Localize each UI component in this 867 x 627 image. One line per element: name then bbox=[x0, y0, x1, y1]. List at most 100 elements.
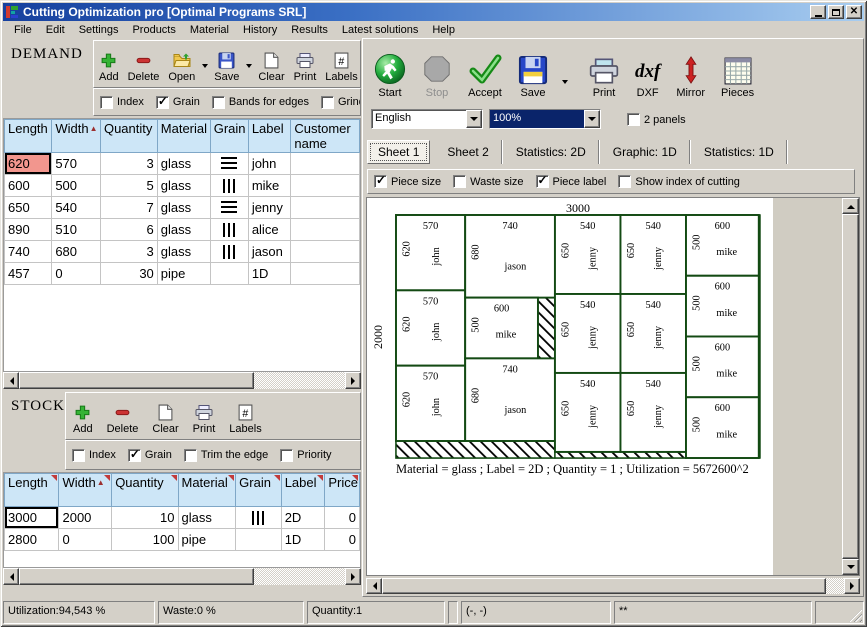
scroll-up-button[interactable] bbox=[842, 198, 859, 214]
demand-checkbox-index[interactable]: Index bbox=[100, 96, 144, 109]
two-panels-checkbox[interactable]: 2 panels bbox=[627, 113, 686, 126]
scrollbar-track[interactable] bbox=[19, 372, 345, 389]
save-dropdown-chevron-icon[interactable] bbox=[562, 80, 568, 87]
column-header-material[interactable]: Material bbox=[157, 120, 210, 153]
print-button[interactable]: Print bbox=[190, 402, 219, 437]
diagram-vertical-scrollbar[interactable] bbox=[842, 198, 859, 575]
menu-history[interactable]: History bbox=[236, 23, 284, 37]
accept-button[interactable]: Accept bbox=[465, 51, 505, 101]
save-button[interactable]: Save bbox=[515, 53, 551, 101]
cell[interactable]: glass bbox=[157, 175, 210, 197]
save-dropdown-chevron-icon[interactable] bbox=[246, 64, 252, 71]
cell[interactable] bbox=[210, 263, 248, 285]
cell[interactable] bbox=[236, 529, 282, 551]
view-checkbox-piece-size[interactable]: Piece size bbox=[374, 175, 441, 188]
clear-button[interactable]: Clear bbox=[149, 402, 181, 437]
cell[interactable]: john bbox=[248, 153, 291, 175]
delete-button[interactable]: Delete bbox=[104, 402, 142, 437]
minimize-button[interactable] bbox=[810, 5, 826, 19]
cell[interactable]: 0 bbox=[325, 507, 360, 529]
scroll-left-button[interactable] bbox=[3, 372, 19, 389]
delete-button[interactable]: Delete bbox=[125, 50, 163, 85]
menu-results[interactable]: Results bbox=[284, 23, 335, 37]
cell[interactable]: 6 bbox=[100, 219, 157, 241]
cell[interactable]: pipe bbox=[178, 529, 236, 551]
column-header-width[interactable]: Width▲ bbox=[52, 120, 101, 153]
scrollbar-track[interactable] bbox=[19, 568, 345, 585]
cell[interactable]: 457 bbox=[5, 263, 52, 285]
cell[interactable] bbox=[291, 219, 360, 241]
cell[interactable]: 0 bbox=[59, 529, 112, 551]
scroll-left-button[interactable] bbox=[3, 568, 19, 585]
scrollbar-track[interactable] bbox=[842, 214, 859, 559]
stock-checkbox-priority[interactable]: Priority bbox=[280, 449, 331, 462]
print-button[interactable]: Print bbox=[291, 50, 320, 85]
scrollbar-thumb[interactable] bbox=[19, 568, 254, 585]
cell[interactable]: glass bbox=[157, 153, 210, 175]
cell[interactable]: glass bbox=[178, 507, 236, 529]
pieces-button[interactable]: Pieces bbox=[718, 55, 757, 101]
dxf-button[interactable]: dxf DXF bbox=[632, 57, 663, 101]
view-checkbox-show-index-of-cutting[interactable]: Show index of cutting bbox=[618, 175, 740, 188]
scrollbar-thumb[interactable] bbox=[382, 578, 826, 594]
cell[interactable]: 5 bbox=[100, 175, 157, 197]
cell[interactable]: 100 bbox=[112, 529, 178, 551]
cell[interactable] bbox=[210, 197, 248, 219]
cell[interactable]: 2000 bbox=[59, 507, 112, 529]
menu-edit[interactable]: Edit bbox=[39, 23, 72, 37]
stock-checkbox-trim-the-edge[interactable]: Trim the edge bbox=[184, 449, 268, 462]
scroll-left-button[interactable] bbox=[366, 578, 382, 594]
scrollbar-thumb[interactable] bbox=[19, 372, 254, 389]
cell[interactable] bbox=[291, 175, 360, 197]
scrollbar-track[interactable] bbox=[382, 578, 844, 594]
cell[interactable]: jason bbox=[248, 241, 291, 263]
column-header-label[interactable]: Label bbox=[281, 474, 325, 507]
cell[interactable] bbox=[291, 153, 360, 175]
mirror-button[interactable]: Mirror bbox=[673, 53, 708, 101]
view-checkbox-piece-label[interactable]: Piece label bbox=[536, 175, 607, 188]
demand-checkbox-grinding[interactable]: Grinding bbox=[321, 96, 361, 109]
menu-file[interactable]: File bbox=[7, 23, 39, 37]
column-header-length[interactable]: Length bbox=[5, 120, 52, 153]
cell[interactable]: 500 bbox=[52, 175, 101, 197]
save-button[interactable]: Save bbox=[211, 50, 242, 85]
demand-checkbox-grain[interactable]: Grain bbox=[156, 96, 200, 109]
cell[interactable]: jenny bbox=[248, 197, 291, 219]
cell[interactable]: 30 bbox=[100, 263, 157, 285]
cell[interactable] bbox=[210, 175, 248, 197]
start-button[interactable]: Start bbox=[371, 51, 409, 101]
column-header-customer-name[interactable]: Customer name bbox=[291, 120, 360, 153]
column-header-grain[interactable]: Grain bbox=[210, 120, 248, 153]
cell[interactable]: 510 bbox=[52, 219, 101, 241]
cell[interactable] bbox=[291, 263, 360, 285]
stock-checkbox-index[interactable]: Index bbox=[72, 449, 116, 462]
cell[interactable]: 3 bbox=[100, 153, 157, 175]
maximize-button[interactable] bbox=[828, 5, 844, 19]
column-header-material[interactable]: Material bbox=[178, 474, 236, 507]
print-button[interactable]: Print bbox=[586, 55, 622, 101]
cell[interactable] bbox=[210, 219, 248, 241]
cell[interactable]: pipe bbox=[157, 263, 210, 285]
labels-button[interactable]: # Labels bbox=[226, 402, 264, 437]
cell[interactable]: 3000 bbox=[5, 507, 59, 529]
cell[interactable] bbox=[291, 197, 360, 219]
add-button[interactable]: Add bbox=[96, 50, 122, 85]
cell[interactable]: glass bbox=[157, 219, 210, 241]
demand-checkbox-bands-for-edges[interactable]: Bands for edges bbox=[212, 96, 309, 109]
cell[interactable]: mike bbox=[248, 175, 291, 197]
language-select[interactable]: English bbox=[371, 109, 483, 129]
cell[interactable] bbox=[236, 507, 282, 529]
scroll-right-button[interactable] bbox=[844, 578, 860, 594]
cell[interactable]: 650 bbox=[5, 197, 52, 219]
scroll-right-button[interactable] bbox=[345, 568, 361, 585]
cell[interactable]: 570 bbox=[52, 153, 101, 175]
labels-button[interactable]: # Labels bbox=[322, 50, 360, 85]
cell[interactable]: glass bbox=[157, 241, 210, 263]
column-header-width[interactable]: Width▲ bbox=[59, 474, 112, 507]
clear-button[interactable]: Clear bbox=[255, 50, 287, 85]
menu-material[interactable]: Material bbox=[183, 23, 236, 37]
cell[interactable] bbox=[210, 153, 248, 175]
open-button[interactable]: Open bbox=[165, 50, 198, 85]
cell[interactable]: 600 bbox=[5, 175, 52, 197]
cell[interactable] bbox=[210, 241, 248, 263]
